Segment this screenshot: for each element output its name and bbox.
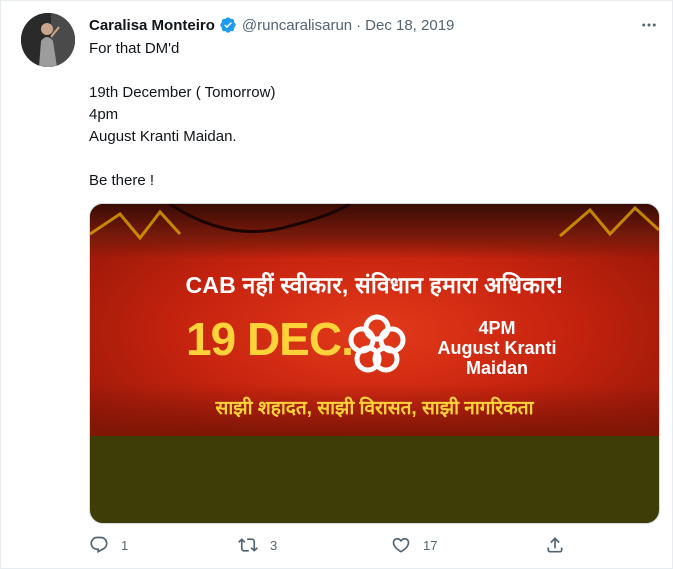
tweet-line: 19th December ( Tomorrow) bbox=[89, 84, 276, 101]
poster-date: 19 DEC. bbox=[186, 313, 354, 365]
tweet-line: For that DM'd bbox=[89, 40, 180, 57]
more-icon[interactable] bbox=[637, 13, 661, 37]
venue-name-line2: Maidan bbox=[465, 358, 528, 378]
reply-icon bbox=[90, 536, 108, 554]
share-icon bbox=[547, 537, 563, 553]
tweet-line: Be there ! bbox=[89, 172, 155, 189]
poster-venue: 4PM August Kranti Maidan bbox=[422, 318, 572, 378]
tweet-card[interactable]: Caralisa Monteiro @runcaralisarun · Dec … bbox=[0, 0, 673, 569]
reply-count: 1 bbox=[121, 537, 129, 553]
tweet-line: August Kranti Maidan. bbox=[89, 128, 237, 145]
retweet-icon bbox=[238, 538, 258, 552]
poster-headline: CAB नहीं स्वीकार, संविधान हमारा अधिकार! bbox=[185, 272, 564, 298]
venue-name-line1: August Kranti bbox=[437, 338, 557, 358]
star-knot-logo-icon bbox=[348, 314, 406, 373]
tweet-line: 4pm bbox=[89, 106, 119, 123]
barbed-wire-icon bbox=[90, 204, 659, 241]
poster-tagline: साझी शहादत, साझी विरासत, साझी नागरिकता bbox=[215, 398, 534, 419]
tweet-date[interactable]: Dec 18, 2019 bbox=[365, 17, 454, 34]
like-count: 17 bbox=[423, 537, 438, 553]
tweet-text: For that DM'd 19th December ( Tomorrow) … bbox=[89, 38, 649, 192]
author-name[interactable]: Caralisa Monteiro bbox=[89, 17, 215, 34]
like-button[interactable]: 17 bbox=[391, 535, 437, 555]
retweet-button[interactable]: 3 bbox=[238, 535, 277, 555]
retweet-count: 3 bbox=[270, 537, 278, 553]
like-icon bbox=[392, 537, 410, 553]
avatar[interactable] bbox=[21, 13, 75, 67]
avatar-image bbox=[21, 13, 75, 67]
share-button[interactable] bbox=[545, 535, 565, 555]
separator-dot: · bbox=[356, 16, 362, 34]
tweet-media[interactable]: CAB नहीं स्वीकार, संविधान हमारा अधिकार! … bbox=[89, 203, 660, 524]
tweet-actions: 1 3 17 bbox=[89, 535, 569, 559]
tweet-header: Caralisa Monteiro @runcaralisarun · Dec … bbox=[89, 15, 454, 35]
protest-poster: CAB नहीं स्वीकार, संविधान हमारा अधिकार! … bbox=[90, 204, 659, 436]
venue-time: 4PM bbox=[478, 318, 516, 338]
author-handle[interactable]: @runcaralisarun bbox=[242, 17, 352, 34]
more-icon-glyph bbox=[642, 23, 656, 27]
reply-button[interactable]: 1 bbox=[89, 535, 128, 555]
verified-badge-icon bbox=[220, 17, 236, 33]
